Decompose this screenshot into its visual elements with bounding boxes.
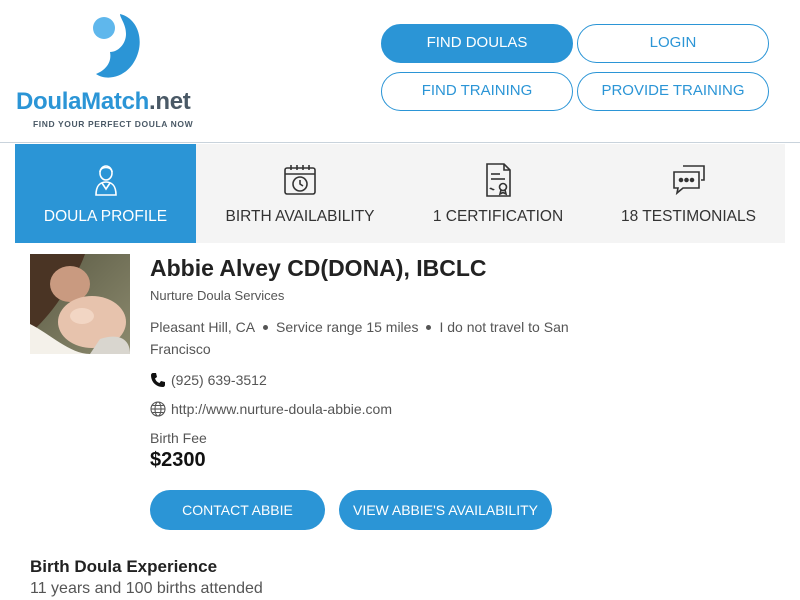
tab-doula-profile[interactable]: DOULA PROFILE bbox=[15, 144, 196, 243]
profile-tabs: DOULA PROFILE BIRTH AVAILABILITY 1 CERTI… bbox=[15, 144, 785, 243]
service-range: Service range 15 miles bbox=[276, 319, 419, 335]
find-training-button[interactable]: FIND TRAINING bbox=[381, 72, 573, 111]
calendar-clock-icon bbox=[284, 165, 316, 195]
experience-text: 11 years and 100 births attended bbox=[30, 580, 263, 597]
phone-icon bbox=[151, 373, 165, 387]
logo-word-net: .net bbox=[149, 88, 191, 115]
experience-title: Birth Doula Experience bbox=[30, 557, 218, 576]
view-availability-button[interactable]: VIEW ABBIE'S AVAILABILITY bbox=[339, 490, 552, 530]
login-button[interactable]: LOGIN bbox=[577, 24, 769, 63]
logo-word-doula: Doula bbox=[16, 88, 82, 115]
tab-label: 18 TESTIMONIALS bbox=[621, 208, 756, 225]
site-logo[interactable]: DoulaMatch.net FIND YOUR PERFECT DOULA N… bbox=[16, 10, 226, 135]
logo-wordmark: DoulaMatch.net bbox=[16, 88, 191, 116]
doula-name: Abbie Alvey CD(DONA), IBCLC bbox=[150, 255, 487, 281]
certificate-icon bbox=[486, 163, 511, 197]
website-link[interactable]: http://www.nurture-doula-abbie.com bbox=[171, 401, 392, 417]
separator-dot bbox=[263, 324, 269, 330]
contact-doula-button[interactable]: CONTACT ABBIE bbox=[150, 490, 325, 530]
location-info: Pleasant Hill, CA Service range 15 miles I… bbox=[150, 316, 600, 360]
logo-word-match: Match bbox=[81, 88, 150, 115]
phone-number[interactable]: (925) 639-3512 bbox=[171, 372, 267, 388]
phone-row[interactable]: (925) 639-3512 bbox=[150, 372, 267, 388]
tab-testimonials[interactable]: 18 TESTIMONIALS bbox=[592, 144, 785, 243]
separator-dot bbox=[426, 324, 432, 330]
find-doulas-button[interactable]: FIND DOULAS bbox=[381, 24, 573, 63]
tab-label: DOULA PROFILE bbox=[43, 208, 168, 225]
chat-bubbles-icon bbox=[672, 165, 705, 196]
photo-image bbox=[30, 254, 130, 354]
globe-icon bbox=[150, 401, 166, 417]
birth-fee-label: Birth Fee bbox=[150, 430, 207, 446]
logo-mark-icon bbox=[93, 14, 140, 78]
tab-certification[interactable]: 1 CERTIFICATION bbox=[404, 144, 592, 243]
tab-label: BIRTH AVAILABILITY bbox=[225, 208, 375, 225]
birth-fee-value: $2300 bbox=[150, 449, 206, 471]
location-city: Pleasant Hill, CA bbox=[150, 319, 256, 335]
site-header: DoulaMatch.net FIND YOUR PERFECT DOULA N… bbox=[0, 0, 800, 143]
doula-agency: Nurture Doula Services bbox=[150, 288, 285, 303]
tab-birth-availability[interactable]: BIRTH AVAILABILITY bbox=[196, 144, 404, 243]
doula-photo bbox=[30, 254, 130, 354]
website-row[interactable]: http://www.nurture-doula-abbie.com bbox=[150, 401, 392, 417]
tab-label: 1 CERTIFICATION bbox=[432, 208, 564, 225]
provide-training-button[interactable]: PROVIDE TRAINING bbox=[577, 72, 769, 111]
logo-tagline: FIND YOUR PERFECT DOULA NOW bbox=[33, 119, 194, 129]
doula-person-icon bbox=[94, 165, 117, 196]
